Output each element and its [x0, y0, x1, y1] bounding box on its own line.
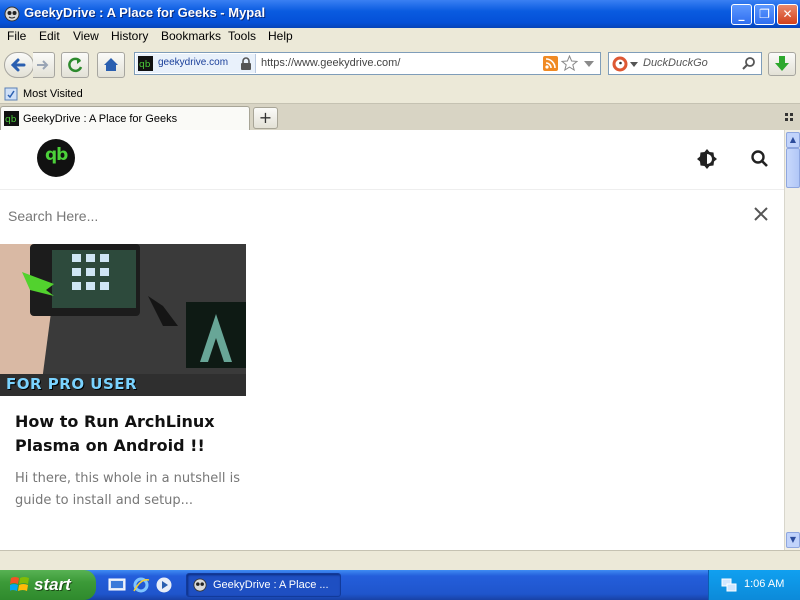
url-dropdown-chevron-icon[interactable] [583, 60, 595, 68]
clock: 1:06 AM [744, 578, 785, 590]
most-visited-bookmark[interactable]: Most Visited [23, 88, 83, 100]
thumbnail-caption: FOR PRO USER [6, 375, 138, 393]
lock-icon [241, 57, 251, 70]
bookmarks-toolbar: Most Visited [0, 84, 800, 104]
bookmark-star-icon[interactable] [561, 55, 578, 72]
network-tray-icon[interactable] [721, 577, 737, 593]
tab-list-icon[interactable] [785, 113, 795, 123]
scroll-thumb[interactable] [786, 148, 800, 188]
rss-feed-icon[interactable] [543, 56, 558, 71]
search-engine-placeholder[interactable]: DuckDuckGo [643, 57, 708, 69]
menu-bar: File Edit View History Bookmarks Tools H… [0, 28, 800, 46]
taskbar-item-label: GeekyDrive : A Place ... [213, 579, 329, 591]
tab-strip: qb GeekyDrive : A Place for Geeks + [0, 104, 800, 130]
tab-label: GeekyDrive : A Place for Geeks [23, 113, 178, 125]
menu-help[interactable]: Help [268, 29, 293, 43]
reload-icon [68, 57, 83, 73]
svg-text:qb: qb [5, 115, 17, 125]
downloads-button[interactable] [768, 52, 796, 76]
close-search-icon[interactable] [751, 204, 771, 224]
menu-history[interactable]: History [111, 29, 148, 43]
forward-arrow-icon [37, 60, 49, 70]
minimize-button[interactable]: _ [731, 4, 752, 25]
search-icon[interactable] [750, 149, 770, 169]
internet-explorer-icon[interactable] [132, 576, 150, 594]
logo-text: qb [45, 145, 68, 165]
thumbnail-image [0, 244, 246, 396]
start-label: start [34, 575, 71, 594]
menu-bookmarks[interactable]: Bookmarks [161, 29, 221, 43]
theme-toggle-icon[interactable] [696, 148, 718, 170]
mypal-taskbar-icon [193, 578, 207, 592]
media-player-icon[interactable] [155, 576, 173, 594]
url-text[interactable]: https://www.geekydrive.com/ [261, 57, 400, 69]
site-search-input[interactable]: Search Here... [8, 208, 98, 224]
article-title[interactable]: How to Run ArchLinux Plasma on Android !… [15, 410, 245, 458]
maximize-button[interactable]: ❐ [754, 4, 775, 25]
title-bar: GeekyDrive : A Place for Geeks - Mypal _… [0, 0, 800, 28]
close-button[interactable]: ✕ [777, 4, 798, 25]
windows-logo-icon [10, 577, 29, 591]
show-desktop-icon[interactable] [108, 576, 126, 594]
search-go-icon[interactable] [741, 56, 756, 71]
tab-favicon-icon: qb [4, 111, 19, 126]
site-favicon-icon: qb [138, 56, 153, 71]
scroll-down-arrow[interactable]: ▼ [786, 532, 800, 548]
new-tab-button[interactable]: + [253, 107, 278, 129]
tab-geekydrive[interactable]: qb GeekyDrive : A Place for Geeks [0, 106, 250, 130]
taskbar: start GeekyDrive : A Place ... 1:06 AM [0, 570, 800, 600]
vertical-scrollbar[interactable]: ▲ ▼ [784, 130, 800, 550]
back-arrow-icon [10, 58, 26, 72]
svg-text:qb: qb [139, 60, 151, 70]
menu-file[interactable]: File [7, 29, 26, 43]
site-header: qb [0, 130, 784, 190]
page-viewport: qb Search Here... FOR PRO USER How to Ru… [0, 130, 784, 550]
reload-button[interactable] [61, 52, 89, 78]
scroll-up-arrow[interactable]: ▲ [786, 132, 800, 148]
most-visited-icon [4, 87, 18, 101]
duckduckgo-engine-icon[interactable] [612, 56, 628, 72]
site-logo[interactable]: qb [37, 139, 75, 177]
menu-view[interactable]: View [73, 29, 99, 43]
taskbar-item-mypal[interactable]: GeekyDrive : A Place ... [186, 573, 341, 597]
menu-tools[interactable]: Tools [228, 29, 256, 43]
window-title: GeekyDrive : A Place for Geeks - Mypal [24, 5, 266, 20]
menu-edit[interactable]: Edit [39, 29, 60, 43]
site-domain: geekydrive.com [158, 57, 229, 68]
home-icon [104, 58, 118, 71]
engine-dropdown-icon[interactable] [630, 62, 638, 67]
back-button[interactable] [4, 52, 34, 78]
status-bar [0, 550, 800, 570]
download-arrow-icon [775, 56, 789, 71]
home-button[interactable] [97, 52, 125, 78]
mypal-app-icon [4, 6, 20, 22]
article-excerpt: Hi there, this whole in a nutshell is gu… [15, 471, 241, 508]
article-thumbnail[interactable]: FOR PRO USER [0, 244, 246, 396]
forward-button[interactable] [33, 52, 55, 78]
start-button[interactable]: start [0, 570, 96, 600]
